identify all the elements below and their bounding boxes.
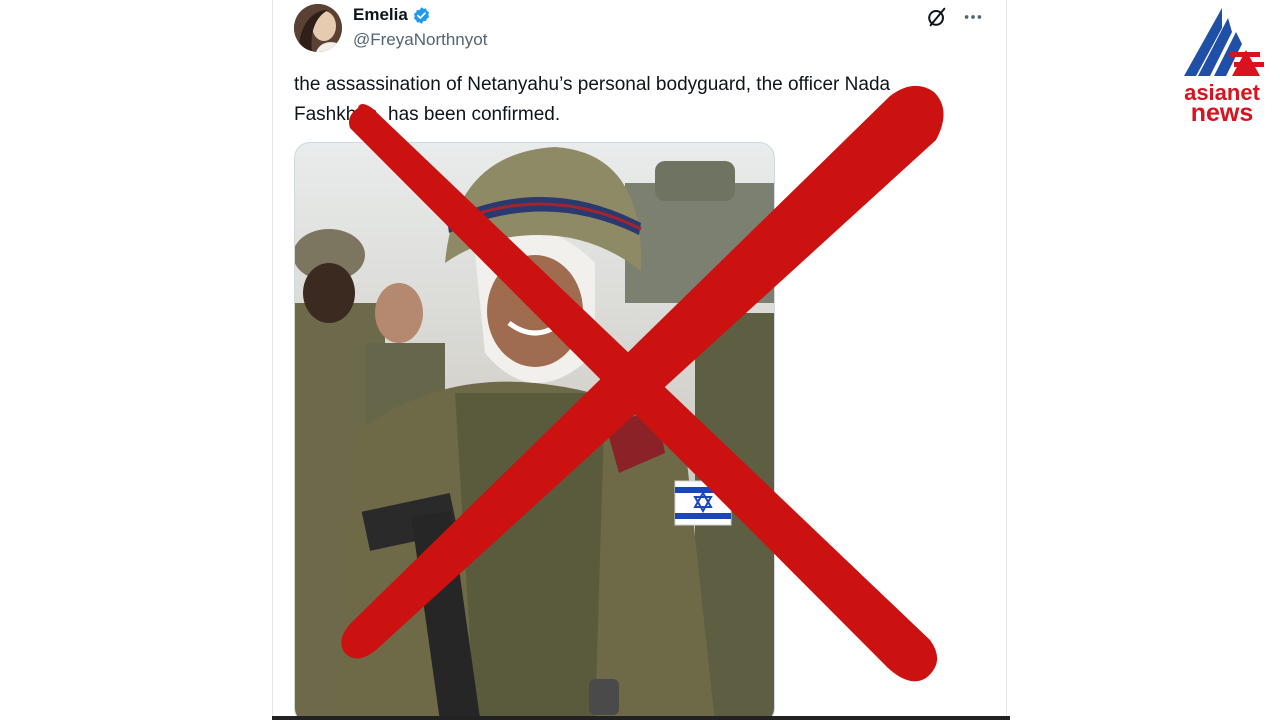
tweet-top-actions bbox=[926, 6, 984, 28]
logo-line2: news bbox=[1191, 99, 1254, 124]
verified-badge-icon bbox=[413, 6, 429, 24]
grok-icon[interactable] bbox=[926, 6, 948, 28]
author-handle[interactable]: @FreyaNorthnyot bbox=[353, 30, 487, 50]
bottom-divider bbox=[272, 716, 1010, 720]
israel-flag-patch bbox=[674, 480, 732, 526]
author-avatar[interactable] bbox=[294, 4, 342, 52]
tweet-card[interactable]: Emelia @FreyaNorthnyot the assassination… bbox=[272, 0, 1007, 718]
avatar-image bbox=[294, 4, 342, 52]
more-options-icon[interactable] bbox=[962, 6, 984, 28]
logo-emblem bbox=[1184, 8, 1264, 76]
author-name-row: Emelia bbox=[353, 5, 431, 25]
tweet-text: the assassination of Netanyahu’s persona… bbox=[294, 74, 891, 125]
author-display-name[interactable]: Emelia bbox=[353, 5, 408, 25]
soldier-photo bbox=[295, 143, 774, 718]
asianet-news-logo: asianet news bbox=[1184, 8, 1264, 124]
tweet-media-photo[interactable] bbox=[294, 142, 775, 718]
